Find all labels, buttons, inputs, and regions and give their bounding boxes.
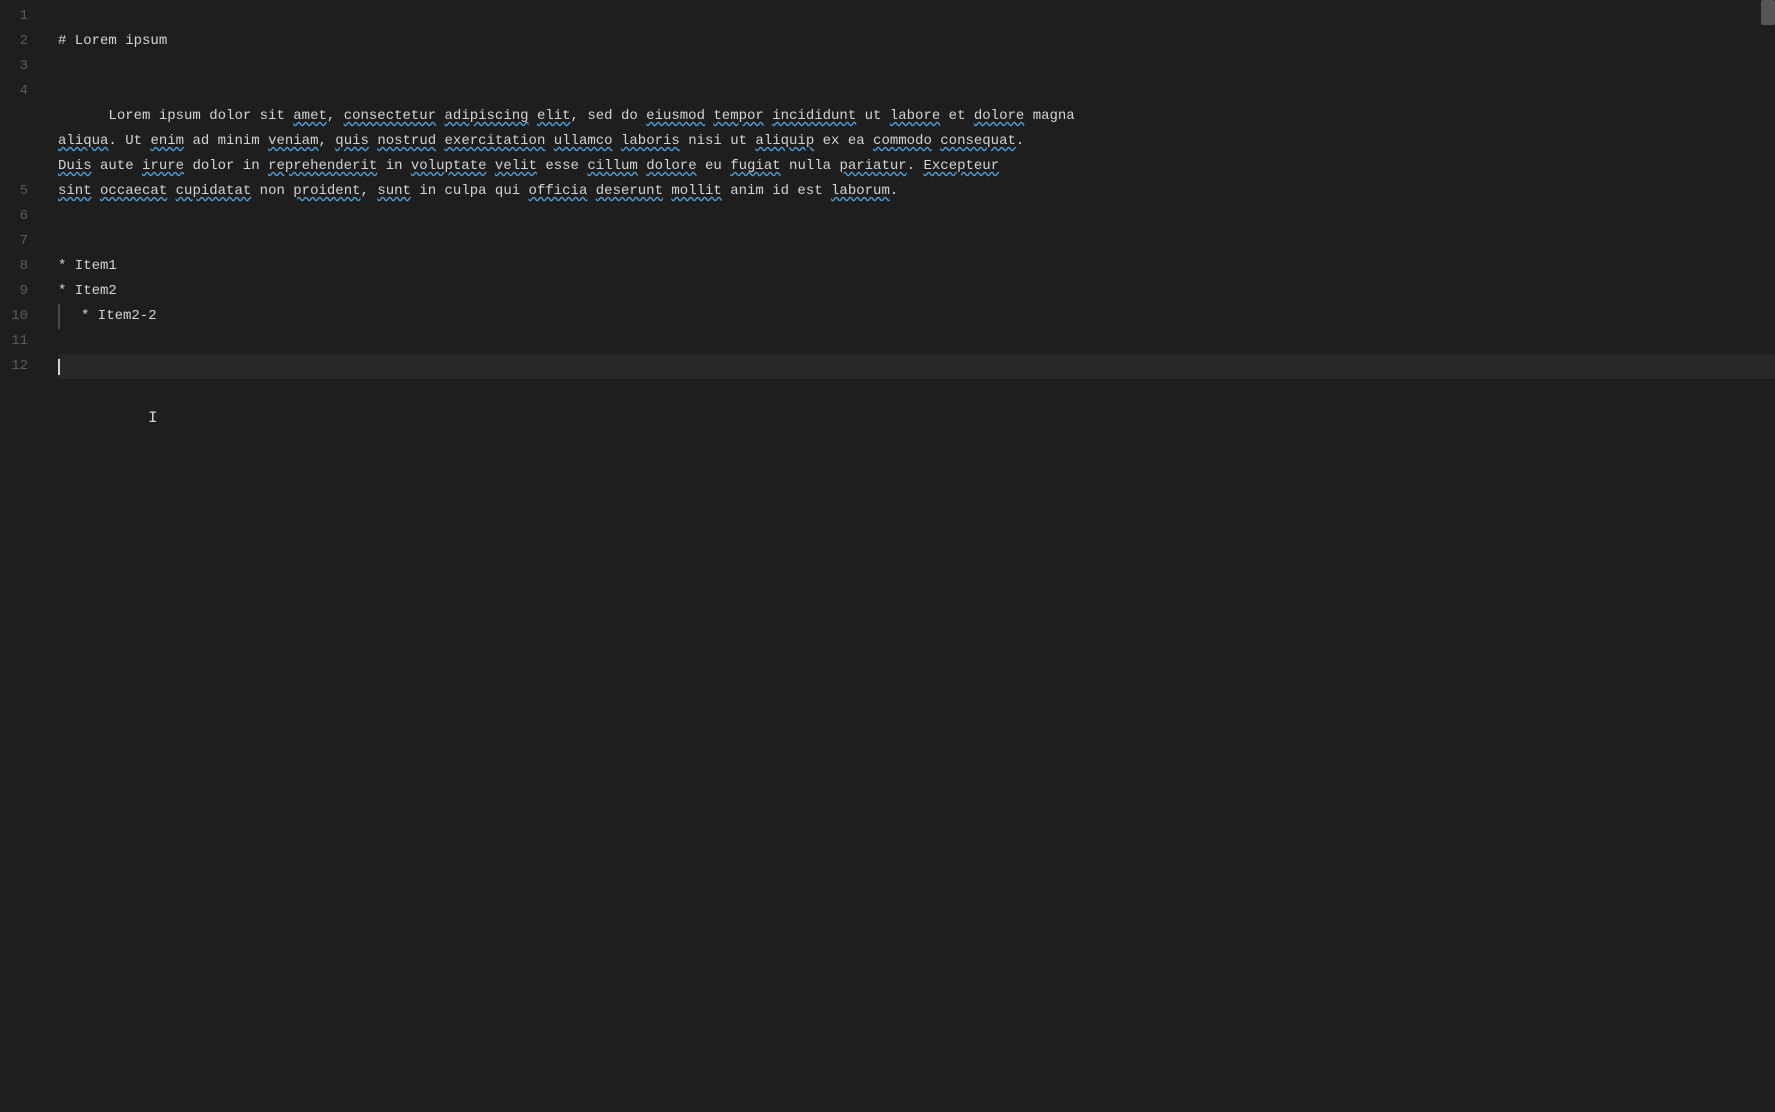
line-number-12: 12: [0, 354, 38, 379]
code-line-10[interactable]: [58, 354, 1775, 379]
code-line-11: [58, 379, 1775, 404]
code-line-6: * Item1: [58, 254, 1775, 279]
code-line-3: [58, 54, 1775, 79]
line-number-11: 11: [0, 329, 38, 354]
heading-text: # Lorem ipsum: [58, 29, 167, 54]
text-cursor: [58, 359, 60, 375]
line-number-9: 9: [0, 279, 38, 304]
code-area[interactable]: # Lorem ipsum Lorem ipsum dolor sit amet…: [50, 4, 1775, 1112]
scrollbar-thumb[interactable]: [1761, 0, 1775, 25]
list-item-1: * Item1: [58, 254, 117, 279]
code-line-12: I: [58, 404, 1775, 429]
line-number-7: 7: [0, 229, 38, 254]
list-item-2-2: * Item2-2: [81, 304, 157, 329]
line-number-1: 1: [0, 4, 38, 29]
list-item-2: * Item2: [58, 279, 117, 304]
code-line-8: * Item2-2: [58, 304, 1775, 329]
line-number-4: 4: [0, 79, 38, 104]
line-number-8: 8: [0, 254, 38, 279]
line-numbers: 1 2 3 4 4 4 4 5 6 7 8 9 10 11 12: [0, 4, 50, 1112]
code-line-1: [58, 4, 1775, 29]
editor-container: 1 2 3 4 4 4 4 5 6 7 8 9 10 11 12 # Lorem…: [0, 0, 1775, 1112]
code-line-4: Lorem ipsum dolor sit amet, consectetur …: [58, 79, 1775, 229]
code-line-7: * Item2: [58, 279, 1775, 304]
code-line-5: [58, 229, 1775, 254]
mouse-cursor-indicator: I: [148, 406, 158, 431]
line-number-10: 10: [0, 304, 38, 329]
line-number-3: 3: [0, 54, 38, 79]
line-number-5: 5: [0, 179, 38, 204]
code-line-9: [58, 329, 1775, 354]
line-number-6: 6: [0, 204, 38, 229]
line-number-2: 2: [0, 29, 38, 54]
code-line-2: # Lorem ipsum: [58, 29, 1775, 54]
paragraph-text: Lorem ipsum dolor sit amet, consectetur …: [58, 108, 1075, 199]
